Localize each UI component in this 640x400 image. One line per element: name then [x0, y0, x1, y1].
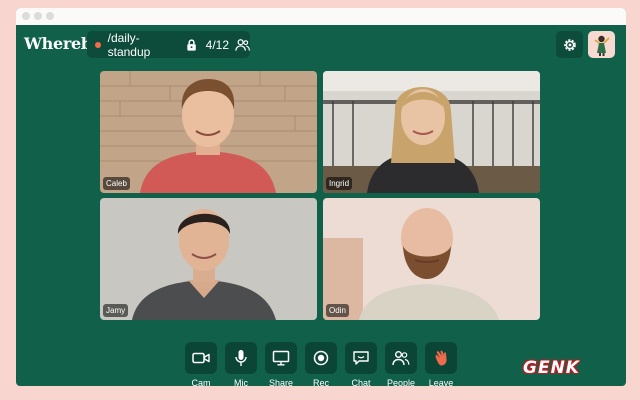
user-avatar[interactable]: [588, 31, 615, 58]
video-tile[interactable]: Caleb: [100, 71, 317, 193]
gear-icon: [563, 38, 576, 51]
participant-name-tag: Odin: [326, 304, 349, 317]
leave-control: Leave: [425, 342, 457, 386]
participant-video: [323, 198, 540, 320]
participant-name-tag: Jamy: [103, 304, 129, 317]
status-dot: [95, 41, 101, 48]
genk-watermark: GENK: [513, 356, 619, 378]
leave-button[interactable]: [425, 342, 457, 374]
share-control: Share: [265, 342, 297, 386]
room-name: /daily-standup: [107, 30, 151, 59]
leave-label: Leave: [428, 378, 454, 386]
screen-share-icon: [272, 350, 290, 366]
participant-video: [100, 198, 317, 320]
app-window: Whereby /daily-standup 4/12 Caleb Ingrid…: [16, 8, 626, 386]
people-icon: [392, 351, 410, 366]
participant-video: [100, 71, 317, 193]
video-tile[interactable]: Jamy: [100, 198, 317, 320]
people-icon[interactable]: [235, 38, 250, 52]
video-tile[interactable]: Odin: [323, 198, 540, 320]
chat-button[interactable]: [345, 342, 377, 374]
participant-video: [323, 71, 540, 193]
window-dot-1[interactable]: [22, 12, 30, 20]
record-icon: [313, 350, 329, 366]
mic-control: Mic: [225, 342, 257, 386]
rec-button[interactable]: [305, 342, 337, 374]
occupancy-count: 4/12: [205, 37, 230, 52]
browser-titlebar: [16, 8, 626, 25]
watermark-text: GENK: [523, 358, 580, 378]
participant-name-tag: Caleb: [103, 177, 130, 190]
lock-icon[interactable]: [185, 38, 198, 52]
waving-hand-icon: [435, 350, 447, 366]
share-button[interactable]: [265, 342, 297, 374]
window-dot-3[interactable]: [46, 12, 54, 20]
people-button[interactable]: [385, 342, 417, 374]
cam-control: Cam: [185, 342, 217, 386]
settings-button[interactable]: [556, 31, 583, 58]
cam-button[interactable]: [185, 342, 217, 374]
video-tile[interactable]: Ingrid: [323, 71, 540, 193]
microphone-icon: [235, 350, 247, 366]
chat-control: Chat: [345, 342, 377, 386]
window-dot-2[interactable]: [34, 12, 42, 20]
avatar-figure-icon: [594, 35, 610, 56]
chat-icon: [353, 351, 369, 365]
camera-icon: [192, 352, 210, 364]
rec-control: Rec: [305, 342, 337, 386]
room-info-bar[interactable]: /daily-standup 4/12: [87, 30, 250, 59]
participant-name-tag: Ingrid: [326, 177, 353, 190]
mic-button[interactable]: [225, 342, 257, 374]
people-control: People: [385, 342, 417, 386]
